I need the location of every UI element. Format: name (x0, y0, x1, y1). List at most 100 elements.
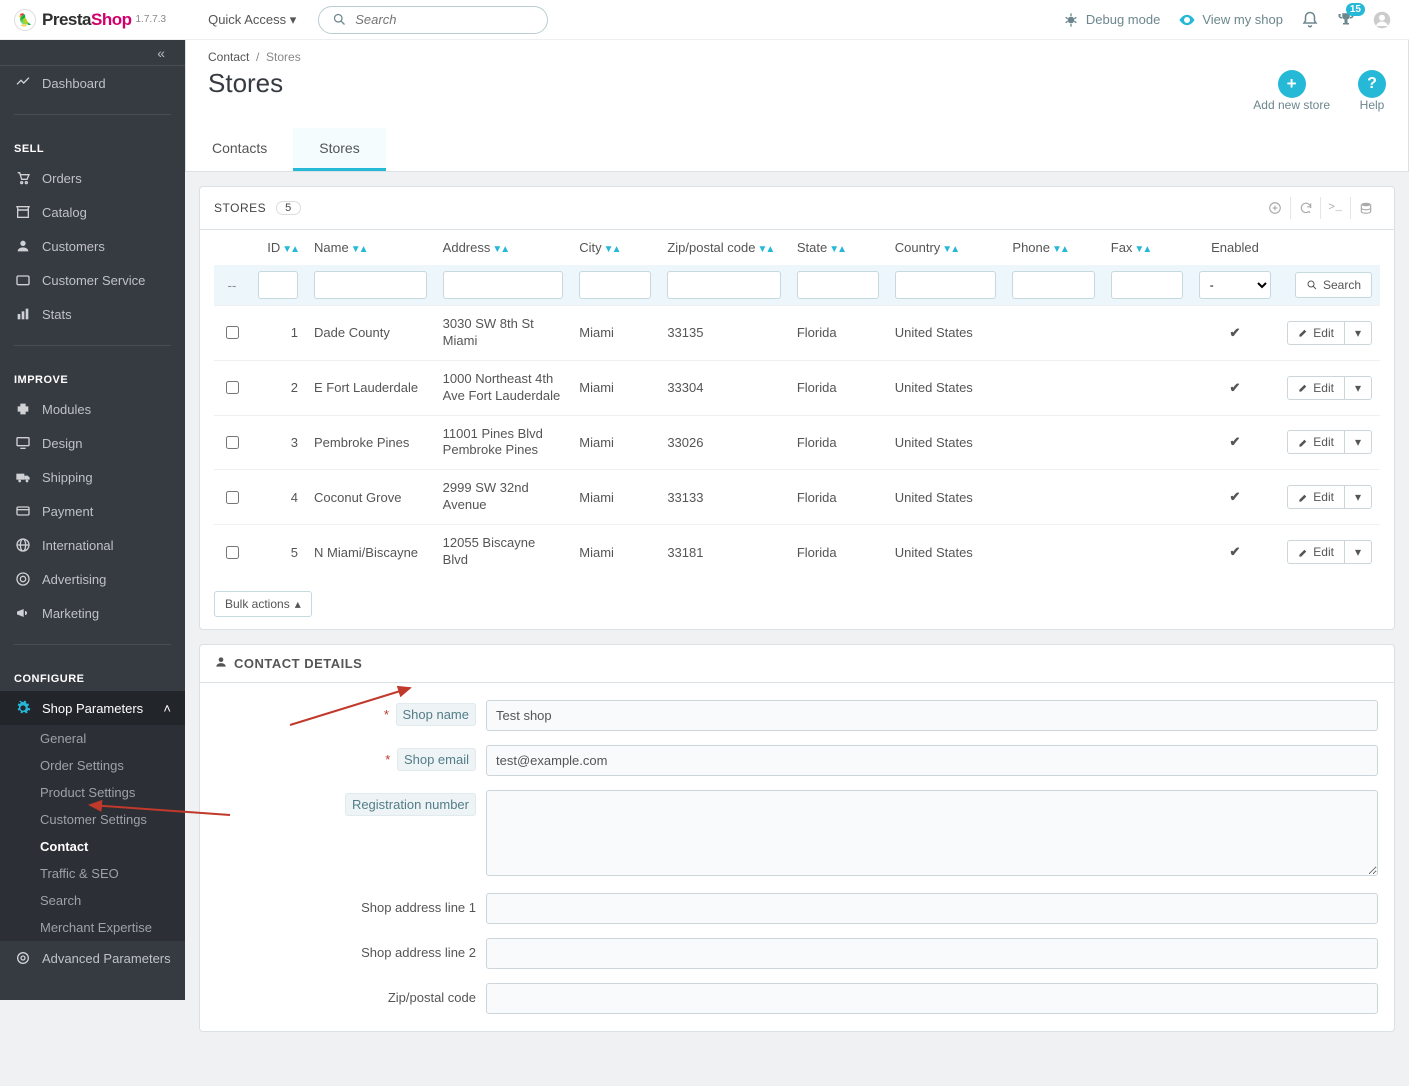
sub-item-product-settings[interactable]: Product Settings (0, 779, 185, 806)
edit-button[interactable]: Edit (1288, 322, 1344, 344)
col-zip[interactable]: Zip/postal code (667, 240, 755, 255)
sidebar-item-marketing[interactable]: Marketing (0, 596, 185, 630)
bulk-actions-button[interactable]: Bulk actions ▴ (214, 591, 312, 617)
search-input[interactable] (353, 11, 535, 28)
sort-icon[interactable]: ▼▲ (604, 244, 620, 255)
filter-enabled-select[interactable]: - (1199, 271, 1271, 299)
sort-icon[interactable]: ▼▲ (757, 244, 773, 255)
filter-zip-input[interactable] (667, 271, 781, 299)
row-checkbox[interactable] (226, 326, 239, 339)
edit-button[interactable]: Edit (1288, 486, 1344, 508)
row-checkbox[interactable] (226, 436, 239, 449)
filter-state-input[interactable] (797, 271, 879, 299)
table-row[interactable]: 2E Fort Lauderdale1000 Northeast 4th Ave… (214, 360, 1380, 415)
table-row[interactable]: 5N Miami/Biscayne12055 Biscayne BlvdMiam… (214, 525, 1380, 579)
table-row[interactable]: 3Pembroke Pines11001 Pines Blvd Pembroke… (214, 415, 1380, 470)
sidebar-item-stats[interactable]: Stats (0, 297, 185, 331)
profile-button[interactable] (1373, 11, 1391, 29)
tab-contacts[interactable]: Contacts (186, 128, 293, 171)
registration-number-input[interactable] (486, 790, 1378, 876)
sort-icon[interactable]: ▼▲ (1052, 244, 1068, 255)
filter-city-input[interactable] (579, 271, 651, 299)
add-new-store-button[interactable]: + Add new store (1253, 70, 1330, 112)
sidebar-item-advertising[interactable]: Advertising (0, 562, 185, 596)
sidebar-item-dashboard[interactable]: Dashboard (0, 66, 185, 100)
edit-button[interactable]: Edit (1288, 541, 1344, 563)
sidebar-item-catalog[interactable]: Catalog (0, 195, 185, 229)
sidebar-item-orders[interactable]: Orders (0, 161, 185, 195)
col-country[interactable]: Country (895, 240, 941, 255)
row-dropdown-button[interactable]: ▾ (1344, 377, 1371, 399)
sub-item-contact[interactable]: Contact (0, 833, 185, 860)
quick-access-menu[interactable]: Quick Access ▾ (208, 12, 296, 28)
col-fax[interactable]: Fax (1111, 240, 1133, 255)
sort-icon[interactable]: ▼▲ (942, 244, 958, 255)
cell-enabled[interactable]: ✔ (1191, 525, 1279, 579)
sidebar-item-customer-service[interactable]: Customer Service (0, 263, 185, 297)
sidebar-item-shipping[interactable]: Shipping (0, 460, 185, 494)
cell-enabled[interactable]: ✔ (1191, 360, 1279, 415)
debug-mode-link[interactable]: Debug mode (1062, 11, 1160, 29)
col-address[interactable]: Address (443, 240, 491, 255)
cell-enabled[interactable]: ✔ (1191, 470, 1279, 525)
filter-address-input[interactable] (443, 271, 564, 299)
cell-enabled[interactable]: ✔ (1191, 306, 1279, 361)
sort-icon[interactable]: ▼▲ (492, 244, 508, 255)
logo[interactable]: 🦜 PrestaShop 1.7.7.3 (0, 9, 180, 31)
filter-phone-input[interactable] (1012, 271, 1094, 299)
row-dropdown-button[interactable]: ▾ (1344, 431, 1371, 453)
filter-fax-input[interactable] (1111, 271, 1183, 299)
view-shop-link[interactable]: View my shop (1178, 11, 1283, 29)
tab-stores[interactable]: Stores (293, 128, 385, 171)
cell-enabled[interactable]: ✔ (1191, 415, 1279, 470)
table-row[interactable]: 4Coconut Grove2999 SW 32nd AvenueMiami33… (214, 470, 1380, 525)
row-checkbox[interactable] (226, 546, 239, 559)
sidebar-item-customers[interactable]: Customers (0, 229, 185, 263)
sidebar-item-modules[interactable]: Modules (0, 392, 185, 426)
sort-icon[interactable]: ▼▲ (1134, 244, 1150, 255)
addr2-input[interactable] (486, 938, 1378, 969)
sidebar-item-design[interactable]: Design (0, 426, 185, 460)
tool-add-button[interactable] (1260, 197, 1290, 219)
filter-name-input[interactable] (314, 271, 427, 299)
sidebar-item-payment[interactable]: Payment (0, 494, 185, 528)
sort-icon[interactable]: ▼▲ (351, 244, 367, 255)
row-dropdown-button[interactable]: ▾ (1344, 541, 1371, 563)
sidebar-item-advanced-parameters[interactable]: Advanced Parameters (0, 941, 185, 975)
shop-email-input[interactable] (486, 745, 1378, 776)
sub-item-merchant[interactable]: Merchant Expertise (0, 914, 185, 941)
filter-country-input[interactable] (895, 271, 997, 299)
filter-id-input[interactable] (258, 271, 298, 299)
table-row[interactable]: 1Dade County3030 SW 8th St MiamiMiami331… (214, 306, 1380, 361)
sort-icon[interactable]: ▼▲ (829, 244, 845, 255)
sub-item-order-settings[interactable]: Order Settings (0, 752, 185, 779)
sub-item-search[interactable]: Search (0, 887, 185, 914)
help-button[interactable]: ? Help (1358, 70, 1386, 112)
breadcrumb-contact[interactable]: Contact (208, 50, 249, 64)
row-checkbox[interactable] (226, 491, 239, 504)
sub-item-traffic[interactable]: Traffic & SEO (0, 860, 185, 887)
col-phone[interactable]: Phone (1012, 240, 1050, 255)
sub-item-general[interactable]: General (0, 725, 185, 752)
sidebar-collapse-button[interactable]: « (0, 40, 185, 66)
row-checkbox[interactable] (226, 381, 239, 394)
col-state[interactable]: State (797, 240, 827, 255)
gamification-button[interactable]: 15 (1337, 11, 1355, 29)
tool-export-button[interactable] (1350, 197, 1380, 219)
sub-item-customer-settings[interactable]: Customer Settings (0, 806, 185, 833)
row-dropdown-button[interactable]: ▾ (1344, 486, 1371, 508)
notifications-button[interactable] (1301, 11, 1319, 29)
tool-refresh-button[interactable] (1290, 197, 1320, 219)
edit-button[interactable]: Edit (1288, 377, 1344, 399)
zip-input[interactable] (486, 983, 1378, 1014)
col-name[interactable]: Name (314, 240, 349, 255)
shop-name-input[interactable] (486, 700, 1378, 731)
addr1-input[interactable] (486, 893, 1378, 924)
sidebar-item-international[interactable]: International (0, 528, 185, 562)
edit-button[interactable]: Edit (1288, 431, 1344, 453)
search-box[interactable] (318, 6, 548, 34)
col-id[interactable]: ID (267, 240, 280, 255)
col-city[interactable]: City (579, 240, 601, 255)
sort-icon[interactable]: ▼▲ (282, 244, 298, 255)
tool-sql-button[interactable]: >_ (1320, 197, 1350, 219)
